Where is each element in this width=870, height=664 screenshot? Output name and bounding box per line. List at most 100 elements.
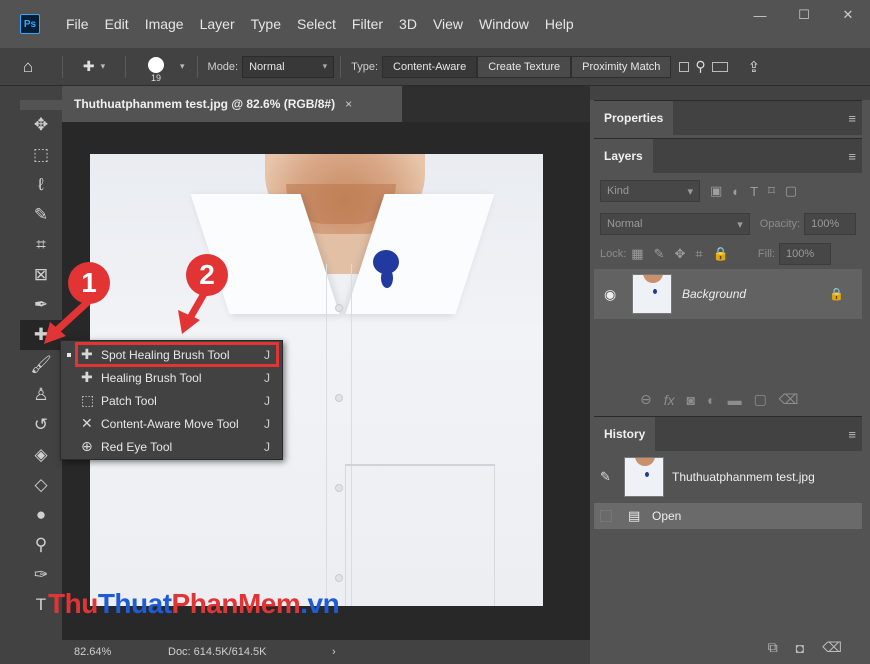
angle-icon[interactable]: [711, 61, 728, 72]
brush-size-value: 19: [150, 72, 161, 83]
blend-mode-select[interactable]: Normal ▾: [600, 213, 750, 235]
lock-all-icon[interactable]: 🔒: [713, 246, 729, 262]
lasso-tool[interactable]: ℓ: [20, 170, 62, 200]
tab-layers[interactable]: Layers: [594, 139, 653, 173]
stamp-tool[interactable]: ♙: [20, 380, 62, 410]
eraser-tool[interactable]: ◈: [20, 440, 62, 470]
brush-tool[interactable]: 🖌: [20, 350, 62, 380]
menu-help[interactable]: Help: [537, 0, 582, 48]
visibility-eye-icon[interactable]: ◉: [604, 286, 632, 303]
menu-edit[interactable]: Edit: [97, 0, 137, 48]
menu-file[interactable]: File: [58, 0, 97, 48]
lock-artboard-icon[interactable]: ⌗: [695, 246, 702, 262]
minimize-button[interactable]: —: [738, 0, 782, 30]
lock-pixels-icon[interactable]: ✎: [654, 246, 665, 262]
history-checkbox[interactable]: [600, 510, 612, 522]
type-filter-icon[interactable]: T: [750, 184, 758, 199]
stamp-icon: ♙: [33, 385, 49, 404]
trash-icon[interactable]: ⌫: [779, 391, 799, 408]
restore-button[interactable]: ☐: [782, 0, 826, 30]
menu-window[interactable]: Window: [471, 0, 537, 48]
tool-preset-picker[interactable]: ✚ ▾: [69, 48, 119, 86]
pen-tool[interactable]: ✑: [20, 560, 62, 590]
history-brush-source-icon[interactable]: ✎: [600, 469, 624, 485]
history-snapshot-row[interactable]: ✎ Thuthuatphanmem test.jpg: [594, 451, 862, 503]
menu-image[interactable]: Image: [137, 0, 192, 48]
menu-type[interactable]: Type: [243, 0, 289, 48]
brush-size-picker[interactable]: 19: [132, 48, 180, 86]
fx-icon[interactable]: fx: [664, 392, 675, 408]
proximity-match-button[interactable]: Proximity Match: [571, 55, 672, 78]
lock-transparent-icon[interactable]: ▦: [631, 246, 643, 262]
camera-icon[interactable]: ◘: [796, 640, 804, 656]
divider: [340, 55, 342, 78]
blur-tool[interactable]: ●: [20, 500, 62, 530]
shape-filter-icon[interactable]: ⌑: [768, 183, 775, 199]
tab-properties[interactable]: Properties: [594, 101, 674, 135]
lasso-icon: ℓ: [38, 175, 44, 194]
tools-panel: ✥ ⬚ ℓ ✎ ⌗ ⊠ ✒ ✚ 🖌 ♙ ↺ ◈ ◇ ● ⚲ ✑ T: [20, 110, 62, 664]
flyout-item-red-eye[interactable]: ⊕ Red Eye Tool J: [61, 435, 282, 458]
fill-input[interactable]: 100%: [779, 243, 832, 265]
history-state-open[interactable]: ▤ Open: [594, 503, 862, 529]
flyout-item-content-aware-move[interactable]: ✕ Content-Aware Move Tool J: [61, 412, 282, 435]
trash-icon[interactable]: ⌫: [822, 639, 842, 656]
menu-layer[interactable]: Layer: [192, 0, 243, 48]
quick-select-tool[interactable]: ✎: [20, 200, 62, 230]
adjustment-filter-icon[interactable]: ◐: [732, 184, 740, 199]
menu-bar: Ps File Edit Image Layer Type Select Fil…: [0, 0, 870, 48]
lock-position-icon[interactable]: ✥: [675, 246, 686, 262]
adjustment-icon[interactable]: ◐: [707, 392, 715, 408]
panel-menu-icon[interactable]: ≡: [848, 111, 856, 126]
link-icon[interactable]: ⊖: [640, 391, 652, 408]
layer-filter-select[interactable]: Kind ▾: [600, 180, 700, 202]
mask-icon[interactable]: ◙: [687, 392, 695, 408]
smart-object-filter-icon[interactable]: ▢: [785, 183, 797, 199]
create-texture-button[interactable]: Create Texture: [477, 55, 572, 78]
history-state-label: Open: [652, 509, 682, 523]
dodge-tool[interactable]: ⚲: [20, 530, 62, 560]
pressure-icon[interactable]: ⚲: [695, 58, 705, 75]
marquee-tool[interactable]: ⬚: [20, 140, 62, 170]
menu-view[interactable]: View: [425, 0, 471, 48]
blend-mode-value: Normal: [607, 218, 643, 230]
share-icon[interactable]: ⇪: [748, 58, 761, 76]
group-icon[interactable]: ▬: [728, 392, 742, 408]
layer-name[interactable]: Background: [682, 287, 746, 301]
spot-healing-tool[interactable]: ✚: [20, 320, 62, 350]
new-document-from-state-icon[interactable]: ⧉: [768, 639, 778, 656]
crop-tool[interactable]: ⌗: [20, 230, 62, 260]
home-icon[interactable]: ⌂: [0, 48, 56, 86]
menu-filter[interactable]: Filter: [344, 0, 391, 48]
status-menu-arrow[interactable]: ›: [332, 646, 336, 658]
paint-bucket-tool[interactable]: ◇: [20, 470, 62, 500]
menu-select[interactable]: Select: [289, 0, 344, 48]
flyout-item-patch[interactable]: ⬚ Patch Tool J: [61, 389, 282, 412]
document-tab[interactable]: Thuthuatphanmem test.jpg @ 82.6% (RGB/8#…: [62, 86, 402, 122]
eyedropper-tool[interactable]: ✒: [20, 290, 62, 320]
frame-tool[interactable]: ⊠: [20, 260, 62, 290]
flyout-item-healing-brush[interactable]: ✚ Healing Brush Tool J: [61, 366, 282, 389]
menu-3d[interactable]: 3D: [391, 0, 425, 48]
zoom-level[interactable]: 82.64%: [74, 646, 158, 658]
document-tab-bar: Thuthuatphanmem test.jpg @ 82.6% (RGB/8#…: [62, 86, 590, 122]
content-aware-button[interactable]: Content-Aware: [382, 55, 478, 78]
layer-thumbnail: [632, 274, 672, 314]
panel-menu-icon[interactable]: ≡: [848, 149, 856, 164]
spot-healing-icon: ✚: [82, 58, 95, 74]
opacity-input[interactable]: 100%: [804, 213, 856, 235]
close-tab-icon[interactable]: ×: [345, 97, 352, 111]
move-tool[interactable]: ✥: [20, 110, 62, 140]
new-layer-icon[interactable]: ▢: [754, 391, 767, 408]
red-eye-icon: ⊕: [81, 438, 93, 454]
pixel-filter-icon[interactable]: ▣: [710, 183, 722, 199]
patch-icon: ⬚: [81, 392, 95, 408]
sample-all-layers-checkbox[interactable]: [679, 61, 690, 72]
panel-menu-icon[interactable]: ≡: [848, 427, 856, 442]
tab-history[interactable]: History: [594, 417, 656, 451]
history-brush-tool[interactable]: ↺: [20, 410, 62, 440]
mode-select[interactable]: Normal ▾: [242, 55, 335, 78]
properties-tabbar: Properties ≡: [594, 101, 862, 135]
layer-row-background[interactable]: ◉ Background 🔒: [594, 269, 862, 319]
close-button[interactable]: ✕: [826, 0, 870, 30]
